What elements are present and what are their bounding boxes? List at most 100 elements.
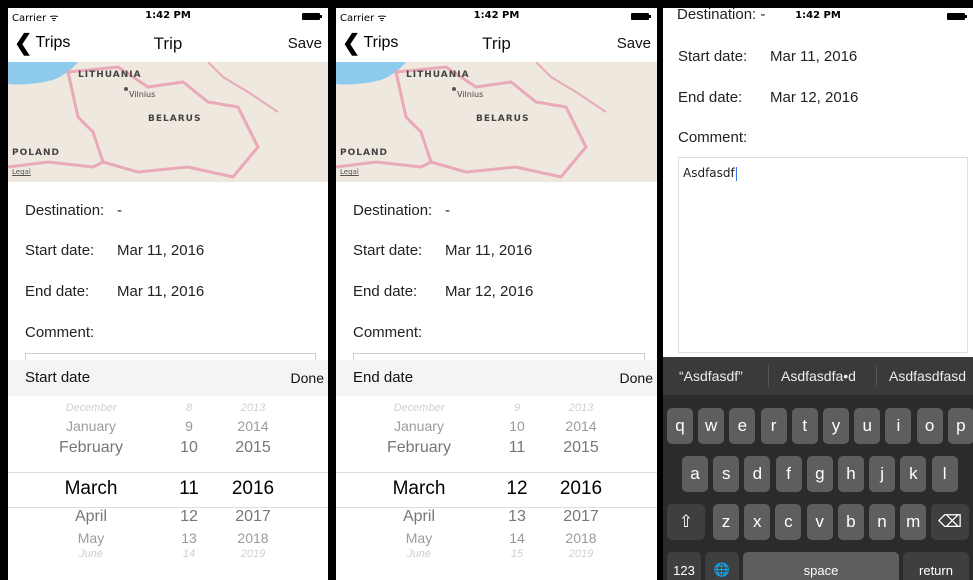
screen-comment-editing: Destination: - 1:42 PM Start date: Mar 1… bbox=[663, 8, 973, 580]
numbers-key[interactable]: 123 bbox=[667, 552, 701, 580]
key-m[interactable]: m bbox=[900, 504, 927, 540]
key-x[interactable]: x bbox=[744, 504, 771, 540]
start-date-row[interactable]: Start date: Mar 11, 2016 bbox=[678, 48, 857, 65]
key-q[interactable]: q bbox=[667, 408, 693, 444]
key-j[interactable]: j bbox=[869, 456, 896, 492]
picker-title: Start date bbox=[25, 369, 91, 386]
suggestion-2[interactable]: Asdfasdfa•d bbox=[781, 368, 856, 384]
destination-label: Destination: bbox=[25, 202, 105, 219]
picker-title: End date bbox=[353, 369, 414, 386]
picker-row[interactable]: April 12 2017 bbox=[8, 508, 328, 528]
key-b[interactable]: b bbox=[837, 504, 864, 540]
picker-months-value: June bbox=[79, 548, 103, 560]
suggestion-1[interactable]: “Asdfasdf” bbox=[679, 368, 743, 384]
picker-row[interactable]: January 9 2014 bbox=[8, 418, 328, 438]
globe-icon[interactable]: 🌐 bbox=[705, 552, 739, 580]
done-button[interactable]: Done bbox=[620, 370, 653, 386]
picker-row[interactable]: February 11 2015 bbox=[336, 439, 657, 459]
key-n[interactable]: n bbox=[869, 504, 895, 540]
map-legal-link[interactable]: Legal bbox=[340, 168, 359, 176]
key-h[interactable]: h bbox=[838, 456, 864, 492]
comment-label: Comment: bbox=[678, 129, 748, 146]
picker-row[interactable]: May 14 2018 bbox=[336, 530, 657, 550]
picker-row[interactable]: March 11 2016 bbox=[8, 478, 328, 499]
picker-months-value: January bbox=[66, 418, 116, 434]
picker-toolbar: End date Done bbox=[336, 360, 657, 396]
end-date-row[interactable]: End date: Mar 12, 2016 bbox=[678, 89, 858, 106]
key-e[interactable]: e bbox=[729, 408, 756, 444]
nav-title: Trip bbox=[153, 34, 183, 53]
key-o[interactable]: o bbox=[916, 408, 943, 444]
return-key[interactable]: return bbox=[903, 552, 969, 580]
key-y[interactable]: y bbox=[823, 408, 849, 444]
start-date-value: Mar 11, 2016 bbox=[770, 48, 858, 65]
picker-days-value: 12 bbox=[506, 478, 528, 499]
picker-years-value: 2019 bbox=[240, 548, 266, 560]
picker-row[interactable]: June 15 2019 bbox=[336, 548, 657, 568]
end-date-value: Mar 11, 2016 bbox=[117, 283, 205, 300]
destination-row[interactable]: Destination: - bbox=[353, 202, 450, 219]
picker-row[interactable]: March 12 2016 bbox=[336, 478, 657, 499]
save-button[interactable]: Save bbox=[617, 35, 651, 52]
picker-days-value: 10 bbox=[509, 418, 525, 434]
picker-months-value: May bbox=[77, 530, 105, 546]
battery-icon bbox=[302, 13, 322, 20]
key-z[interactable]: z bbox=[713, 504, 739, 540]
status-bar: Carrier ᯤ 1:42 PM bbox=[8, 8, 328, 26]
space-key[interactable]: space bbox=[743, 552, 899, 580]
end-date-value: Mar 12, 2016 bbox=[445, 283, 534, 300]
destination-row[interactable]: Destination: - bbox=[25, 202, 122, 219]
map-label-lithuania: LITHUANIA bbox=[78, 70, 142, 80]
start-date-value: Mar 11, 2016 bbox=[445, 242, 533, 259]
key-d[interactable]: d bbox=[744, 456, 771, 492]
end-date-row[interactable]: End date: Mar 12, 2016 bbox=[353, 283, 533, 300]
suggestion-3[interactable]: Asdfasdfasd bbox=[889, 368, 966, 384]
map-label-vilnius: Vilnius bbox=[457, 90, 484, 99]
key-u[interactable]: u bbox=[854, 408, 881, 444]
key-r[interactable]: r bbox=[760, 408, 787, 444]
picker-days-value: 8 bbox=[185, 402, 193, 414]
date-picker[interactable]: December 9 2013 January 10 2014 February 11 2015… bbox=[336, 396, 657, 580]
comment-text[interactable]: Asdfasdf bbox=[683, 166, 737, 181]
picker-months-value: February bbox=[386, 439, 452, 456]
delete-key[interactable]: ⌫ bbox=[931, 504, 969, 540]
shift-key[interactable]: ⇧ bbox=[667, 504, 705, 540]
picker-row[interactable]: June 14 2019 bbox=[8, 548, 328, 568]
end-date-row[interactable]: End date: Mar 11, 2016 bbox=[25, 283, 204, 300]
key-i[interactable]: i bbox=[885, 408, 912, 444]
map-view[interactable]: LITHUANIA Vilnius BELARUS POLAND Legal bbox=[336, 62, 657, 182]
key-f[interactable]: f bbox=[775, 456, 802, 492]
start-date-row[interactable]: Start date: Mar 11, 2016 bbox=[353, 242, 532, 259]
key-v[interactable]: v bbox=[806, 504, 833, 540]
save-button[interactable]: Save bbox=[288, 35, 322, 52]
comment-textarea[interactable] bbox=[678, 157, 968, 353]
key-k[interactable]: k bbox=[900, 456, 927, 492]
key-a[interactable]: a bbox=[682, 456, 708, 492]
key-g[interactable]: g bbox=[806, 456, 833, 492]
picker-row[interactable]: May 13 2018 bbox=[8, 530, 328, 550]
picker-years-value: 2015 bbox=[235, 439, 271, 456]
end-date-label: End date: bbox=[25, 283, 90, 300]
picker-row[interactable]: February 10 2015 bbox=[8, 439, 328, 459]
key-l[interactable]: l bbox=[931, 456, 958, 492]
key-w[interactable]: w bbox=[698, 408, 725, 444]
picker-row[interactable]: April 13 2017 bbox=[336, 508, 657, 528]
picker-years-value: 2016 bbox=[559, 478, 603, 499]
picker-months-value: January bbox=[394, 418, 444, 434]
picker-months-value: April bbox=[74, 508, 107, 525]
map-legal-link[interactable]: Legal bbox=[12, 168, 31, 176]
picker-days-value: 15 bbox=[510, 548, 524, 560]
map-view[interactable]: LITHUANIA Vilnius BELARUS POLAND Legal bbox=[8, 62, 328, 182]
key-t[interactable]: t bbox=[791, 408, 818, 444]
key-s[interactable]: s bbox=[713, 456, 740, 492]
date-picker[interactable]: December 8 2013 January 9 2014 February 10 2015 M… bbox=[8, 396, 328, 580]
nav-title: Trip bbox=[482, 34, 511, 53]
text-cursor bbox=[735, 166, 737, 181]
picker-row[interactable]: January 10 2014 bbox=[336, 418, 657, 438]
done-button[interactable]: Done bbox=[291, 370, 324, 386]
map-label-poland: POLAND bbox=[12, 148, 60, 158]
status-time: 1:42 PM bbox=[145, 10, 191, 21]
start-date-row[interactable]: Start date: Mar 11, 2016 bbox=[25, 242, 204, 259]
key-c[interactable]: c bbox=[775, 504, 802, 540]
key-p[interactable]: p bbox=[947, 408, 973, 444]
